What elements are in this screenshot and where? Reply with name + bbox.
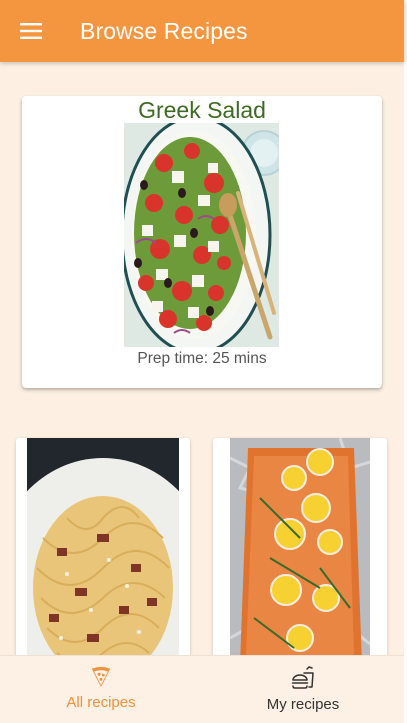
greek-salad-photo <box>124 123 279 347</box>
menu-button[interactable] <box>0 0 62 62</box>
featured-prep-time: Prep time: 25 mins <box>137 350 267 367</box>
app-root: Browse Recipes Greek Salad Prep time: 25… <box>0 0 407 723</box>
baked-salmon-lemon-photo <box>230 438 382 668</box>
hamburger-menu-icon[interactable] <box>20 23 42 39</box>
featured-recipe-title: Greek Salad <box>138 97 266 123</box>
app-bar: Browse Recipes <box>0 0 404 62</box>
bottom-navigation: All recipes My recipes <box>0 655 404 723</box>
page-title: Browse Recipes <box>80 17 248 44</box>
burger-drink-icon <box>291 666 314 689</box>
pizza-slice-icon <box>91 666 111 688</box>
nav-all-recipes-label: All recipes <box>66 694 136 711</box>
recipe-card[interactable] <box>213 438 387 668</box>
recipe-card[interactable] <box>16 438 190 668</box>
nav-my-recipes[interactable]: My recipes <box>202 656 404 723</box>
nav-my-recipes-label: My recipes <box>266 696 340 713</box>
featured-recipe-card[interactable]: Greek Salad Prep time: 25 mins <box>22 96 382 388</box>
spaghetti-carbonara-photo <box>27 438 179 668</box>
nav-all-recipes[interactable]: All recipes <box>0 656 202 723</box>
